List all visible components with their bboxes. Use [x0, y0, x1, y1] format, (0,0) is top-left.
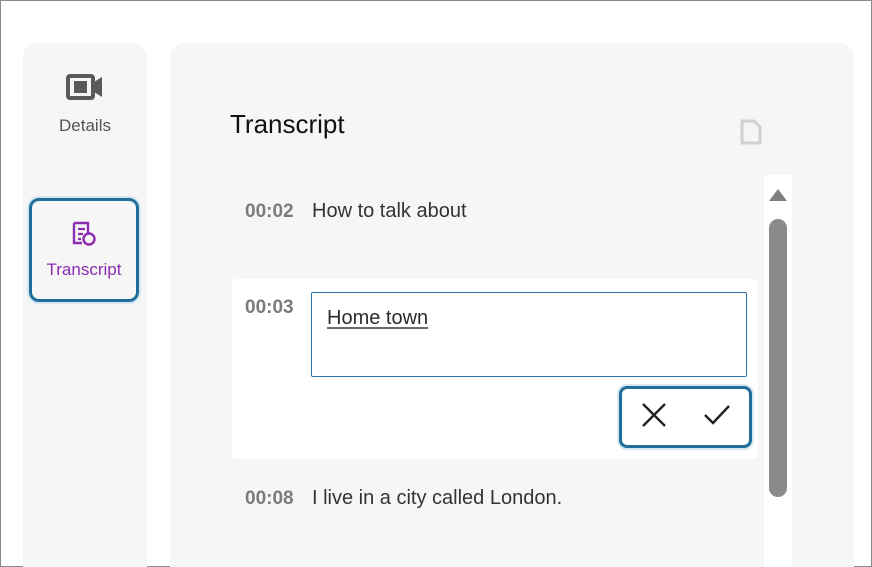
sidebar-item-label: Details: [59, 116, 111, 135]
transcript-panel: Transcript 00:02 How to talk about 00:03…: [170, 43, 854, 567]
timestamp: 00:02: [245, 201, 294, 222]
confirm-button[interactable]: [697, 397, 737, 437]
timestamp: 00:08: [245, 488, 294, 509]
scroll-up-arrow-icon[interactable]: [769, 189, 787, 201]
edit-input-value: Home town: [327, 307, 429, 329]
transcript-icon: [71, 221, 97, 252]
transcript-text: I live in a city called London.: [312, 487, 563, 509]
transcript-text: How to talk about: [312, 200, 467, 222]
sidebar: Details Transcript: [23, 43, 147, 567]
list-item-editing: 00:03 Home town: [232, 279, 758, 459]
app-window: Details Transcript Transcript 00:02 How …: [0, 0, 872, 567]
scrollbar-thumb[interactable]: [769, 219, 787, 497]
scrollbar[interactable]: [764, 175, 792, 567]
sidebar-item-details[interactable]: Details: [45, 73, 125, 136]
edit-actions: [619, 386, 752, 448]
page-title: Transcript: [230, 109, 345, 139]
transcript-list: 00:02 How to talk about 00:03 Home town: [232, 173, 762, 567]
transcript-edit-input[interactable]: Home town: [311, 292, 747, 377]
sidebar-item-label: Transcript: [46, 260, 122, 279]
video-camera-icon: [66, 73, 104, 106]
sidebar-item-transcript[interactable]: Transcript: [29, 198, 139, 302]
close-icon: [641, 402, 667, 433]
cancel-button[interactable]: [634, 397, 674, 437]
checkmark-icon: [703, 403, 731, 432]
document-icon: [740, 119, 762, 150]
timestamp: 00:03: [245, 297, 294, 318]
